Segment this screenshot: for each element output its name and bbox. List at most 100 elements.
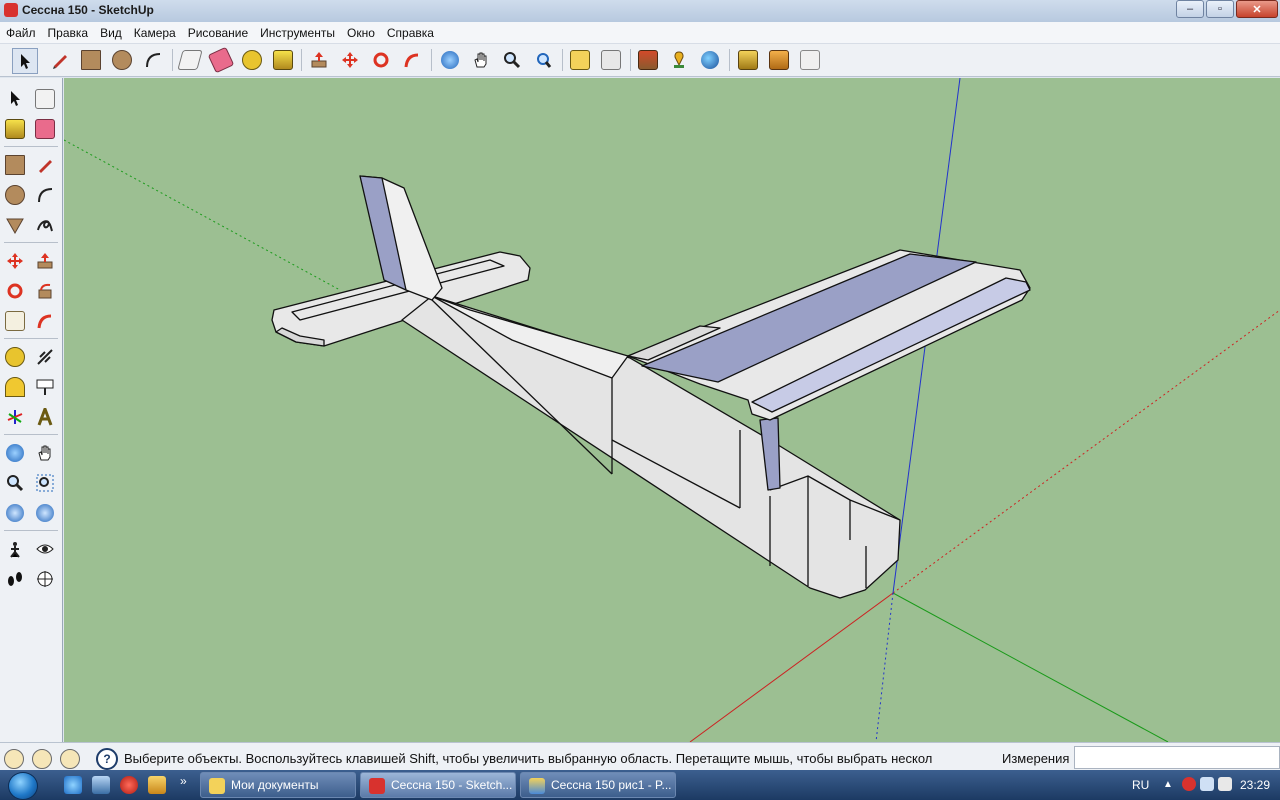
side-paint-bucket-button[interactable] — [2, 116, 28, 142]
upload-icon — [769, 50, 789, 70]
side-move-button[interactable] — [2, 248, 28, 274]
side-pencil-button[interactable] — [32, 152, 58, 178]
select-tool-button[interactable] — [12, 48, 38, 74]
sign-in-icon[interactable] — [60, 749, 80, 769]
modeling-viewport[interactable] — [64, 78, 1280, 742]
side-tape-measure-button[interactable] — [2, 344, 28, 370]
side-zoom-button[interactable] — [2, 470, 28, 496]
side-orbit-button[interactable] — [2, 440, 28, 466]
quick-launch-more[interactable]: » — [180, 774, 187, 788]
side-previous-button[interactable] — [32, 500, 58, 526]
add-location-button[interactable] — [667, 48, 691, 72]
credits-icon[interactable] — [32, 749, 52, 769]
google-earth-button[interactable] — [698, 48, 722, 72]
menu-bar: Файл Правка Вид Камера Рисование Инструм… — [0, 22, 1280, 44]
side-push-pull-button[interactable] — [32, 248, 58, 274]
geolocation-icon[interactable] — [4, 749, 24, 769]
start-button[interactable] — [8, 772, 38, 800]
side-section-plane-button[interactable] — [32, 566, 58, 592]
menu-draw[interactable]: Рисование — [182, 26, 254, 40]
volume-icon[interactable] — [1218, 777, 1232, 791]
menu-view[interactable]: Вид — [94, 26, 128, 40]
side-follow-me-button[interactable] — [32, 278, 58, 304]
task-sketchup[interactable]: Сессна 150 - Sketch... — [360, 772, 516, 798]
get-models-button[interactable] — [636, 48, 660, 72]
next-view-button[interactable] — [599, 48, 623, 72]
upload-component-button[interactable] — [767, 48, 791, 72]
minimize-button[interactable]: – — [1176, 0, 1204, 18]
side-circle-button[interactable] — [2, 182, 28, 208]
measurements-input[interactable] — [1074, 746, 1280, 769]
follow-me-button[interactable] — [400, 48, 424, 72]
side-scale-button[interactable] — [2, 308, 28, 334]
push-pull-button[interactable] — [307, 48, 331, 72]
language-indicator[interactable]: RU — [1132, 778, 1149, 792]
network-icon[interactable] — [1200, 777, 1214, 791]
make-component-button[interactable] — [177, 48, 203, 72]
side-freehand-button[interactable] — [32, 212, 58, 238]
side-text-button[interactable] — [32, 374, 58, 400]
side-zoom-extents-button[interactable] — [2, 500, 28, 526]
pencil-tool-button[interactable] — [48, 48, 72, 72]
help-icon[interactable]: ? — [96, 748, 118, 770]
orbit-tool-button[interactable] — [438, 48, 462, 72]
side-protractor-button[interactable] — [2, 374, 28, 400]
side-dimension-button[interactable] — [32, 344, 58, 370]
push-pull-icon — [311, 52, 327, 68]
menu-tools[interactable]: Инструменты — [254, 26, 341, 40]
paint-bucket-button[interactable] — [271, 48, 295, 72]
show-desktop-icon[interactable] — [92, 776, 110, 794]
rotate-tool-button[interactable] — [369, 48, 393, 72]
antivirus-icon[interactable] — [1182, 777, 1196, 791]
close-button[interactable]: ✕ — [1236, 0, 1278, 18]
side-pan-button[interactable] — [32, 440, 58, 466]
zoom-tool-button[interactable] — [500, 48, 524, 72]
paint-bucket-icon — [273, 50, 293, 70]
share-model-button[interactable] — [736, 48, 760, 72]
menu-window[interactable]: Окно — [341, 26, 381, 40]
side-walk-button[interactable] — [2, 566, 28, 592]
arc-tool-button[interactable] — [141, 48, 165, 72]
move-tool-button[interactable] — [338, 48, 362, 72]
media-player-icon[interactable] — [148, 776, 166, 794]
maximize-button[interactable]: ▫ — [1206, 0, 1234, 18]
internet-explorer-icon[interactable] — [64, 776, 82, 794]
eraser-tool-button[interactable] — [207, 46, 235, 74]
menu-edit[interactable]: Правка — [42, 26, 95, 40]
move-icon — [342, 52, 358, 68]
rectangle-tool-button[interactable] — [79, 48, 103, 72]
opera-icon[interactable] — [120, 776, 138, 794]
tray-expand-icon[interactable]: ▲ — [1163, 779, 1173, 790]
side-component-button[interactable] — [32, 86, 58, 112]
toolbar-separator — [172, 49, 173, 71]
side-look-around-button[interactable] — [32, 536, 58, 562]
menu-help[interactable]: Справка — [381, 26, 440, 40]
side-offset-button[interactable] — [32, 308, 58, 334]
side-rotate-button[interactable] — [2, 278, 28, 304]
menu-camera[interactable]: Камера — [128, 26, 182, 40]
task-paint[interactable]: Сессна 150 рис1 - P... — [520, 772, 676, 798]
pan-tool-button[interactable] — [469, 48, 493, 72]
previous-view-button[interactable] — [568, 48, 592, 72]
clock[interactable]: 23:29 — [1240, 778, 1270, 792]
side-select-button[interactable] — [2, 86, 28, 112]
zoom-extents-button[interactable] — [531, 48, 555, 72]
previous-view-icon — [36, 504, 54, 522]
circle-tool-button[interactable] — [110, 48, 134, 72]
task-my-documents[interactable]: Мои документы — [200, 772, 356, 798]
extension-button[interactable] — [798, 48, 822, 72]
side-arc-button[interactable] — [32, 182, 58, 208]
menu-file[interactable]: Файл — [0, 26, 42, 40]
side-rectangle-button[interactable] — [2, 152, 28, 178]
side-3d-text-button[interactable] — [32, 404, 58, 430]
side-eraser-button[interactable] — [32, 116, 58, 142]
component-icon — [35, 89, 55, 109]
side-polygon-button[interactable] — [2, 212, 28, 238]
airplane-model[interactable] — [271, 175, 1031, 599]
side-position-camera-button[interactable] — [2, 536, 28, 562]
tape-measure-button[interactable] — [240, 48, 264, 72]
side-zoom-window-button[interactable] — [32, 470, 58, 496]
orbit-icon — [441, 51, 459, 69]
model-canvas[interactable] — [64, 78, 1280, 742]
side-axes-button[interactable] — [2, 404, 28, 430]
